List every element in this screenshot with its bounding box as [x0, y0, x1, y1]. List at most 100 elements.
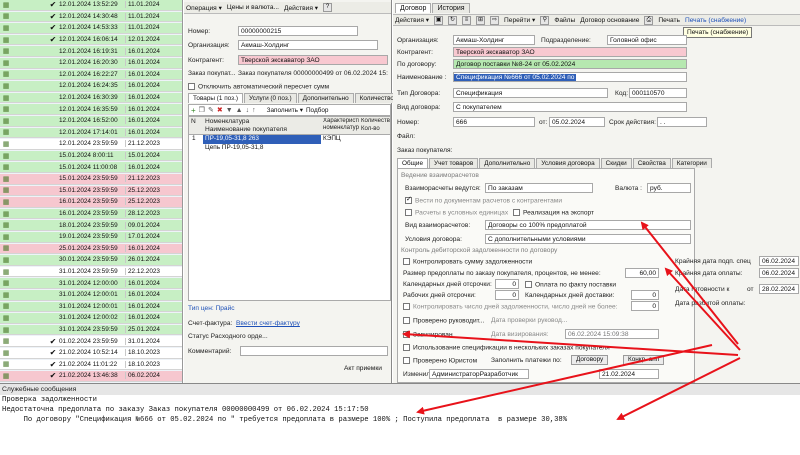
goods-table[interactable]: N Номенклатура Наименование покупателя Х…	[188, 116, 391, 301]
right-actions-menu[interactable]: Действия ▾	[395, 16, 429, 24]
list-item[interactable]: ▦ ✔ 12.01.2024 14:53:33 11.01.2024	[0, 23, 182, 34]
org-field[interactable]: Акмаш-Холдинг	[238, 40, 378, 50]
kind-field[interactable]: С покупателем	[453, 102, 687, 112]
list-item[interactable]: ▦ 18.01.2024 23:59:59 09.01.2024	[0, 220, 182, 231]
list-item[interactable]: ▦ ✔ 12.01.2024 13:52:29 11.01.2024	[0, 0, 182, 11]
add-icon[interactable]: +	[191, 106, 196, 115]
list-item[interactable]: ▦ 12.01.2024 16:30:39 16.01.2024	[0, 92, 182, 104]
auto-recalc-box[interactable]	[188, 83, 195, 90]
list-item[interactable]: ▦ 25.01.2024 23:59:59 16.01.2024	[0, 243, 182, 255]
list-item[interactable]: ▦ 31.01.2024 12:00:00 16.01.2024	[0, 278, 182, 289]
list-item[interactable]: ▦ 12.01.2024 16:19:31 16.01.2024	[0, 46, 182, 57]
work-field[interactable]: 0	[495, 290, 519, 300]
settle-field[interactable]: По заказам	[485, 183, 593, 193]
num-field[interactable]: 666	[453, 117, 535, 127]
list-item[interactable]: ▦ 12.01.2024 17:14:01 16.01.2024	[0, 127, 182, 139]
type-field[interactable]: Спецификация	[453, 88, 608, 98]
list-item[interactable]: ▦ 31.01.2024 12:00:02 16.01.2024	[0, 313, 182, 324]
list-item[interactable]: ▦ 31.01.2024 12:00:01 16.01.2024	[0, 301, 182, 313]
order-value[interactable]: Заказ покупателя 00000000499 от 06.02.20…	[238, 70, 388, 77]
cb-multi[interactable]: Использование спецификации в нескольких …	[403, 344, 610, 351]
cb-approved[interactable]: Завизирован	[403, 329, 453, 338]
tab-properties[interactable]: Свойства	[632, 158, 671, 168]
tab-categories[interactable]: Категории	[671, 158, 712, 168]
cond-field[interactable]: С дополнительными условиями	[485, 234, 691, 244]
tab-services[interactable]: Услуги (0 поз.)	[244, 93, 297, 103]
cb-lawyer[interactable]: Проверено Юристом	[403, 357, 477, 364]
changes-date-field[interactable]: 21.02.2024	[599, 369, 659, 379]
cb-multi-box[interactable]	[403, 344, 410, 351]
table-row[interactable]: Цепь ПР-19,05-31,8	[189, 144, 390, 153]
cb-ctrl-days[interactable]: Контролировать число дней задолженности,…	[403, 303, 618, 310]
cb-docs[interactable]: Вести по документам расчетов с контраген…	[405, 195, 562, 204]
list-item[interactable]: ▦ ✔ 01.02.2024 23:59:59 31.01.2024	[0, 336, 182, 347]
table-row[interactable]: 1 ПР-19,05-31,8 263 КЭПЦ	[189, 135, 390, 144]
goto-icon[interactable]: ⇨	[490, 15, 500, 25]
tree-icon[interactable]: ⊞	[476, 15, 486, 25]
r-contr-field[interactable]: Тверской экскаватор ЗАО	[453, 47, 687, 57]
files-button[interactable]: Файлы	[554, 17, 575, 24]
help-icon[interactable]: ?	[323, 3, 333, 12]
list-item[interactable]: ▦ 31.01.2024 12:00:01 16.01.2024	[0, 290, 182, 301]
cb-checked-head-box[interactable]	[403, 317, 410, 324]
up-icon[interactable]: ▲	[236, 107, 243, 114]
goto-menu[interactable]: Перейти ▾	[504, 16, 535, 24]
actions-menu[interactable]: Действия ▾	[284, 4, 318, 12]
list-item[interactable]: ▦ 15.01.2024 8:00:11 15.01.2024	[0, 150, 182, 162]
tab-r-additional[interactable]: Дополнительно	[479, 158, 536, 168]
cb-ctrl-sum[interactable]: Контролировать сумму задолженности	[403, 258, 532, 265]
dept-field[interactable]: Головной офис	[607, 35, 687, 45]
cb-export[interactable]: Реализация на экспорт	[513, 209, 594, 216]
list-item[interactable]: ▦ 19.01.2024 23:59:59 17.01.2024	[0, 232, 182, 243]
list-item[interactable]: ▦ ✔ 12.01.2024 16:06:14 12.01.2024	[0, 34, 182, 46]
r-org-field[interactable]: Акмаш-Холдинг	[453, 35, 535, 45]
tab-general[interactable]: Общие	[397, 158, 429, 168]
print-icon[interactable]: ⎙	[644, 15, 654, 25]
contractor-field[interactable]: Тверской экскаватор ЗАО	[238, 55, 388, 65]
edit-icon[interactable]: ✎	[208, 106, 214, 114]
deadline-pay-field[interactable]: 06.02.2024	[759, 268, 799, 278]
save-icon[interactable]: ▣	[434, 15, 444, 25]
down-icon[interactable]: ▼	[226, 107, 233, 114]
tab-additional[interactable]: Дополнительно	[297, 93, 354, 103]
name-field[interactable]: Спецификация №666 от 05.02.2024 по	[453, 72, 687, 82]
by-doc-button[interactable]: Конкр. апп	[623, 355, 665, 365]
tab-conditions[interactable]: Условия договора	[536, 158, 600, 168]
cal-deliv-field[interactable]: 0	[631, 290, 659, 300]
cb-export-box[interactable]	[513, 209, 520, 216]
list-item[interactable]: ▦ ✔ 12.01.2024 14:30:48 11.01.2024	[0, 11, 182, 23]
cb-units[interactable]: Расчеты в условных единицах	[405, 209, 508, 216]
sort-asc-icon[interactable]: ↓	[246, 107, 250, 114]
cb-pay-fact[interactable]: Оплата по факту поставки	[525, 281, 616, 288]
by-contract-button[interactable]: Договору	[571, 355, 609, 365]
list-item[interactable]: ▦ 31.01.2024 23:59:59 25.01.2024	[0, 324, 182, 336]
mutual-field[interactable]: Договоры со 100% предоплатой	[485, 220, 691, 230]
cb-units-box[interactable]	[405, 209, 412, 216]
copy-icon[interactable]: ❐	[199, 106, 205, 114]
document-list[interactable]: ▦ ✔ 12.01.2024 13:52:29 11.01.2024 ▦ ✔ 12.01.2…	[0, 0, 183, 383]
list-item[interactable]: ▦ 12.01.2024 23:59:59 21.12.2023	[0, 139, 182, 150]
list-item[interactable]: ▦ ✔ 21.02.2024 13:46:38 06.02.2024	[0, 371, 182, 382]
list-item[interactable]: ▦ 12.01.2024 16:52:00 16.01.2024	[0, 116, 182, 127]
list-item[interactable]: ▦ 12.01.2024 16:20:30 16.01.2024	[0, 58, 182, 69]
files-icon[interactable]: ⚲	[540, 15, 550, 25]
currency-field[interactable]: руб.	[647, 183, 691, 193]
ctrl-days-field[interactable]: 0	[631, 301, 659, 311]
cb-approved-box[interactable]	[403, 329, 410, 338]
tab-goods[interactable]: Товары (1 поз.)	[188, 93, 243, 103]
cb-checked-head[interactable]: Проверено руководит...	[403, 317, 484, 324]
from-field[interactable]: 05.02.2024	[549, 117, 605, 127]
list-item[interactable]: ▦ 31.01.2024 23:59:59 22.12.2023	[0, 266, 182, 278]
print-supply-button[interactable]: Печать (снабжение)	[685, 17, 746, 24]
basis-button[interactable]: Договор основание	[580, 17, 639, 24]
cb-docs-box[interactable]	[405, 195, 412, 204]
cal-field[interactable]: 0	[495, 279, 519, 289]
valid-field[interactable]: . .	[657, 117, 707, 127]
auto-recalc-checkbox[interactable]: Отключить автоматический пересчет сумм	[188, 83, 329, 90]
list-item[interactable]: ▦ 15.01.2024 23:59:59 25.12.2023	[0, 185, 182, 197]
ready-date-field[interactable]: 28.02.2024	[759, 284, 799, 294]
sort-desc-icon[interactable]: ↑	[252, 107, 256, 114]
list-item[interactable]: ▦ 12.01.2024 16:35:59 16.01.2024	[0, 104, 182, 115]
operation-menu[interactable]: Операция ▾	[186, 4, 222, 12]
list-item[interactable]: ▦ 16.01.2024 23:59:59 28.12.2023	[0, 208, 182, 220]
